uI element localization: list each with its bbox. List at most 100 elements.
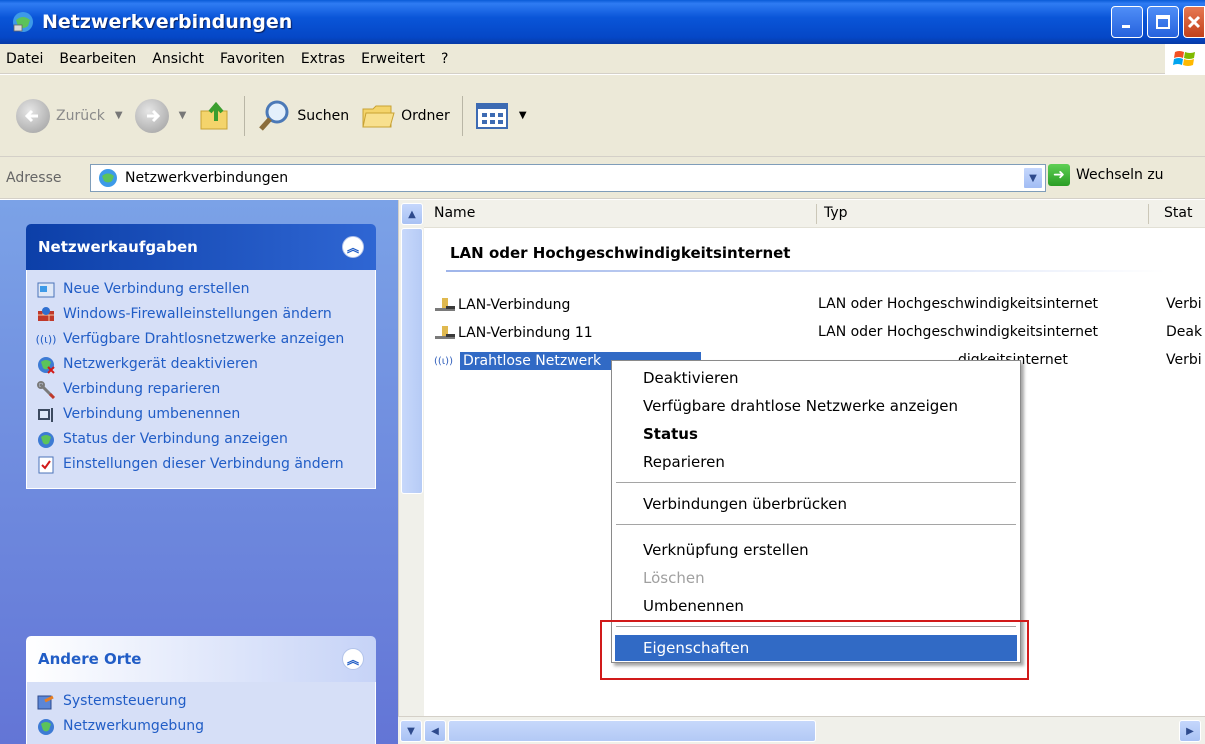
horizontal-scrollbar[interactable]: ▼ ◀ ▶ xyxy=(398,716,1205,744)
task-label: Windows-Firewalleinstellungen ändern xyxy=(63,306,332,322)
folders-button[interactable]: Ordner xyxy=(355,94,456,138)
task-label: Neue Verbindung erstellen xyxy=(63,281,250,297)
place-label: Netzwerkumgebung xyxy=(63,718,204,734)
address-dropdown-icon[interactable]: ▼ xyxy=(1023,167,1043,189)
control-panel-icon xyxy=(37,693,55,711)
network-connections-icon xyxy=(99,169,117,187)
place-network-neighborhood[interactable]: Netzwerkumgebung xyxy=(37,717,365,736)
menu-ansicht[interactable]: Ansicht xyxy=(144,51,212,67)
menu-erweitert[interactable]: Erweitert xyxy=(353,51,433,67)
task-new-connection[interactable]: Neue Verbindung erstellen xyxy=(37,280,365,299)
column-status[interactable]: Stat xyxy=(1164,205,1192,221)
menu-favoriten[interactable]: Favoriten xyxy=(212,51,293,67)
horizontal-scroll-thumb[interactable] xyxy=(448,720,816,742)
up-folder-button[interactable] xyxy=(192,94,238,138)
repair-wrench-icon xyxy=(37,381,55,399)
scroll-up-icon[interactable]: ▲ xyxy=(401,203,423,225)
menu-item-view-wireless[interactable]: Verfügbare drahtlose Netzwerke anzeigen xyxy=(615,393,1017,419)
scroll-right-icon[interactable]: ▶ xyxy=(1179,720,1201,742)
network-connections-icon xyxy=(10,9,36,35)
wireless-icon: ((ι)) xyxy=(434,355,453,367)
back-button[interactable]: Zurück ▼ xyxy=(10,94,129,138)
task-disable-device[interactable]: Netzwerkgerät deaktivieren xyxy=(37,355,365,374)
vertical-scroll-thumb[interactable] xyxy=(401,228,423,494)
scroll-down-icon[interactable]: ▼ xyxy=(400,720,422,742)
address-label: Adresse xyxy=(6,169,62,186)
views-dropdown-icon[interactable]: ▼ xyxy=(519,110,527,121)
title-bar: Netzwerkverbindungen xyxy=(0,0,1205,44)
search-button[interactable]: Suchen xyxy=(251,94,355,138)
settings-document-icon xyxy=(37,456,55,474)
menu-datei[interactable]: Datei xyxy=(0,51,51,67)
forward-dropdown-icon[interactable]: ▼ xyxy=(179,110,187,121)
menu-item-delete: Löschen xyxy=(643,569,705,587)
scroll-left-icon[interactable]: ◀ xyxy=(424,720,446,742)
task-pane: Netzwerkaufgaben ︽ Neue Verbindung erste… xyxy=(0,200,398,744)
task-wireless-networks[interactable]: ((ι)) Verfügbare Drahtlosnetzwerke anzei… xyxy=(35,330,365,349)
task-connection-settings[interactable]: Einstellungen dieser Verbindung ändern xyxy=(37,455,365,474)
task-rename-connection[interactable]: Verbindung umbenennen xyxy=(37,405,365,424)
menu-item-deactivate[interactable]: Deaktivieren xyxy=(615,365,1017,391)
go-label: Wechseln zu xyxy=(1076,167,1164,183)
forward-button[interactable]: ▼ xyxy=(129,94,193,138)
views-button[interactable]: ▼ xyxy=(469,94,533,138)
list-item[interactable]: LAN-Verbindung LAN oder Hochgeschwindigk… xyxy=(434,294,1204,316)
back-dropdown-icon[interactable]: ▼ xyxy=(115,110,123,121)
task-connection-status[interactable]: Status der Verbindung anzeigen xyxy=(37,430,365,449)
maximize-button[interactable] xyxy=(1147,6,1179,38)
back-label: Zurück xyxy=(56,107,105,124)
go-arrow-icon: ➜ xyxy=(1048,164,1070,186)
other-places-panel: Andere Orte ︽ Systemsteuerung Netzwerkum… xyxy=(26,636,376,744)
network-neighborhood-icon xyxy=(37,718,55,736)
column-name[interactable]: Name xyxy=(434,205,475,221)
column-divider[interactable] xyxy=(1148,204,1149,224)
connection-type: LAN oder Hochgeschwindigkeitsinternet xyxy=(818,296,1099,312)
window-title: Netzwerkverbindungen xyxy=(42,11,293,33)
other-places-title: Andere Orte xyxy=(38,650,142,668)
group-divider xyxy=(446,270,1166,272)
place-control-panel[interactable]: Systemsteuerung xyxy=(37,692,365,711)
collapse-icon[interactable]: ︽ xyxy=(342,648,364,670)
task-label: Status der Verbindung anzeigen xyxy=(63,431,288,447)
toolbar-separator xyxy=(461,95,463,136)
up-folder-icon xyxy=(200,101,228,129)
forward-arrow-icon xyxy=(134,98,169,133)
menu-bar: Datei Bearbeiten Ansicht Favoriten Extra… xyxy=(0,44,1205,74)
column-header: Name Typ Stat xyxy=(424,200,1205,228)
vertical-scrollbar[interactable]: ▲ xyxy=(398,200,424,744)
menu-item-repair[interactable]: Reparieren xyxy=(615,449,1017,475)
address-value: Netzwerkverbindungen xyxy=(125,170,289,186)
list-item[interactable]: LAN-Verbindung 11 LAN oder Hochgeschwind… xyxy=(434,322,1204,344)
menu-item-bridge[interactable]: Verbindungen überbrücken xyxy=(615,491,1017,517)
lan-connection-icon xyxy=(435,298,455,311)
rename-icon xyxy=(37,406,55,424)
menu-item-status[interactable]: Status xyxy=(615,421,1017,447)
minimize-button[interactable] xyxy=(1111,6,1143,38)
address-bar: Adresse Netzwerkverbindungen ▼ ➜ Wechsel… xyxy=(0,157,1205,199)
connection-status: Deak xyxy=(1166,324,1203,340)
disable-device-icon xyxy=(37,356,55,374)
folder-icon xyxy=(362,105,395,127)
collapse-icon[interactable]: ︽ xyxy=(342,236,364,258)
task-label: Netzwerkgerät deaktivieren xyxy=(63,356,258,372)
connection-type: LAN oder Hochgeschwindigkeitsinternet xyxy=(818,324,1099,340)
menu-bearbeiten[interactable]: Bearbeiten xyxy=(51,51,144,67)
column-type[interactable]: Typ xyxy=(824,205,848,221)
menu-item-create-shortcut[interactable]: Verknüpfung erstellen xyxy=(615,537,1017,563)
highlight-box xyxy=(600,620,1029,680)
network-tasks-header[interactable]: Netzwerkaufgaben ︽ xyxy=(26,224,376,270)
task-firewall-settings[interactable]: Windows-Firewalleinstellungen ändern xyxy=(37,305,365,324)
column-divider[interactable] xyxy=(816,204,817,224)
other-places-header[interactable]: Andere Orte ︽ xyxy=(26,636,376,682)
windows-logo-icon xyxy=(1165,44,1205,74)
task-repair-connection[interactable]: Verbindung reparieren xyxy=(37,380,365,399)
connection-name: LAN-Verbindung xyxy=(458,297,571,313)
address-input[interactable]: Netzwerkverbindungen ▼ xyxy=(90,164,1046,192)
menu-help[interactable]: ? xyxy=(433,51,456,67)
connection-status: Verbi xyxy=(1166,352,1202,368)
menu-extras[interactable]: Extras xyxy=(293,51,353,67)
close-button[interactable] xyxy=(1183,6,1205,38)
menu-item-rename[interactable]: Umbenennen xyxy=(615,593,1017,619)
wireless-icon: ((ι)) xyxy=(35,333,57,346)
go-button[interactable]: ➜ Wechseln zu xyxy=(1048,164,1164,186)
